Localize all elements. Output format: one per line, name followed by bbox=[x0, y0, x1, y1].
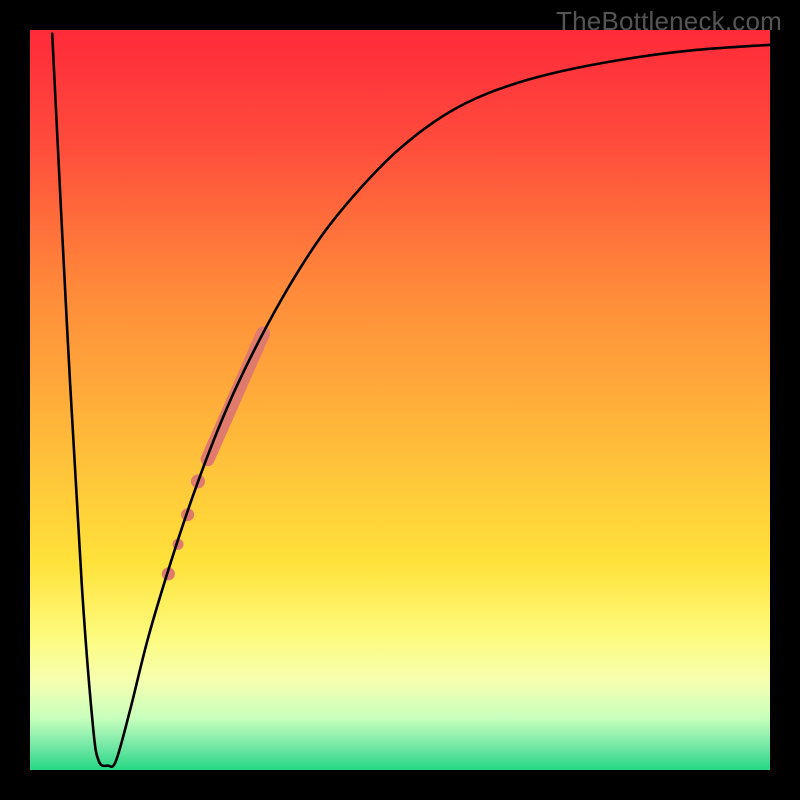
chart-frame: TheBottleneck.com bbox=[0, 0, 800, 800]
gradient-background bbox=[30, 30, 770, 770]
plot-area bbox=[30, 30, 770, 770]
chart-svg bbox=[30, 30, 770, 770]
